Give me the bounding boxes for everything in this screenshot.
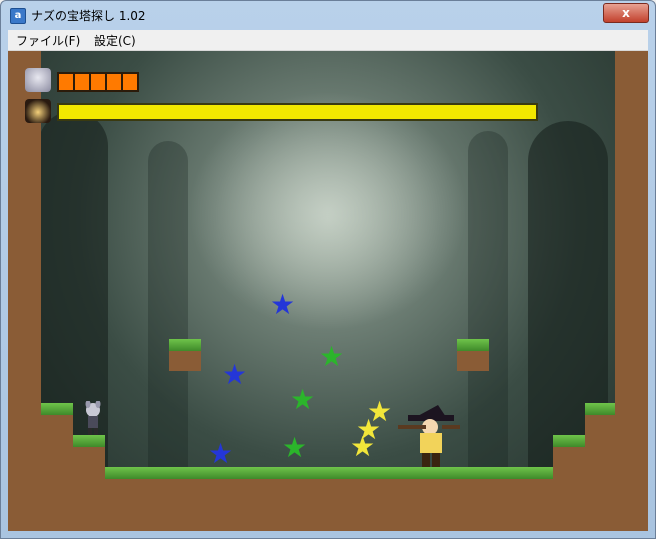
game-window: a ナズの宝塔探し 1.02 x ファイル(F) 設定(C) ★ ★ ★ ★ ★… bbox=[0, 0, 656, 539]
title-bar[interactable]: a ナズの宝塔探し 1.02 x bbox=[1, 1, 655, 29]
grass-top bbox=[457, 339, 489, 351]
app-icon: a bbox=[10, 8, 26, 24]
boss-portrait-icon bbox=[25, 99, 51, 123]
green-star-bullet: ★ bbox=[282, 431, 308, 464]
left-step-low bbox=[73, 435, 105, 531]
grass-top bbox=[41, 403, 73, 415]
blue-star-bullet: ★ bbox=[208, 437, 234, 470]
tree-silhouette bbox=[468, 131, 508, 471]
boss-character bbox=[398, 403, 462, 469]
menu-bar: ファイル(F) 設定(C) bbox=[8, 30, 648, 51]
forest-fog bbox=[188, 91, 468, 331]
right-step-high bbox=[585, 403, 615, 531]
grass-top bbox=[553, 435, 585, 447]
blue-star-bullet: ★ bbox=[270, 288, 296, 321]
life-cell bbox=[121, 72, 139, 92]
right-step-low bbox=[553, 435, 585, 531]
green-star-bullet: ★ bbox=[290, 383, 316, 416]
ground-grass bbox=[105, 467, 553, 479]
menu-settings[interactable]: 設定(C) bbox=[94, 32, 136, 49]
boss-health-bar bbox=[57, 103, 538, 121]
blue-star-bullet: ★ bbox=[222, 358, 248, 391]
game-viewport[interactable]: ★ ★ ★ ★ ★ ★ ★ ★ ★ bbox=[8, 51, 648, 531]
close-button[interactable]: x bbox=[603, 3, 649, 23]
left-step-high bbox=[41, 403, 73, 531]
yellow-star-bullet: ★ bbox=[350, 430, 376, 463]
grass-top bbox=[73, 435, 105, 447]
window-title: ナズの宝塔探し 1.02 bbox=[31, 9, 146, 23]
player-portrait-icon bbox=[25, 68, 51, 92]
tree-silhouette bbox=[148, 141, 188, 471]
right-dirt-wall bbox=[615, 51, 648, 531]
menu-file[interactable]: ファイル(F) bbox=[16, 32, 80, 49]
green-star-bullet: ★ bbox=[319, 340, 345, 373]
left-dirt-wall bbox=[8, 51, 41, 531]
grass-top bbox=[169, 339, 201, 351]
player-character bbox=[84, 400, 102, 435]
grass-top bbox=[585, 403, 615, 415]
